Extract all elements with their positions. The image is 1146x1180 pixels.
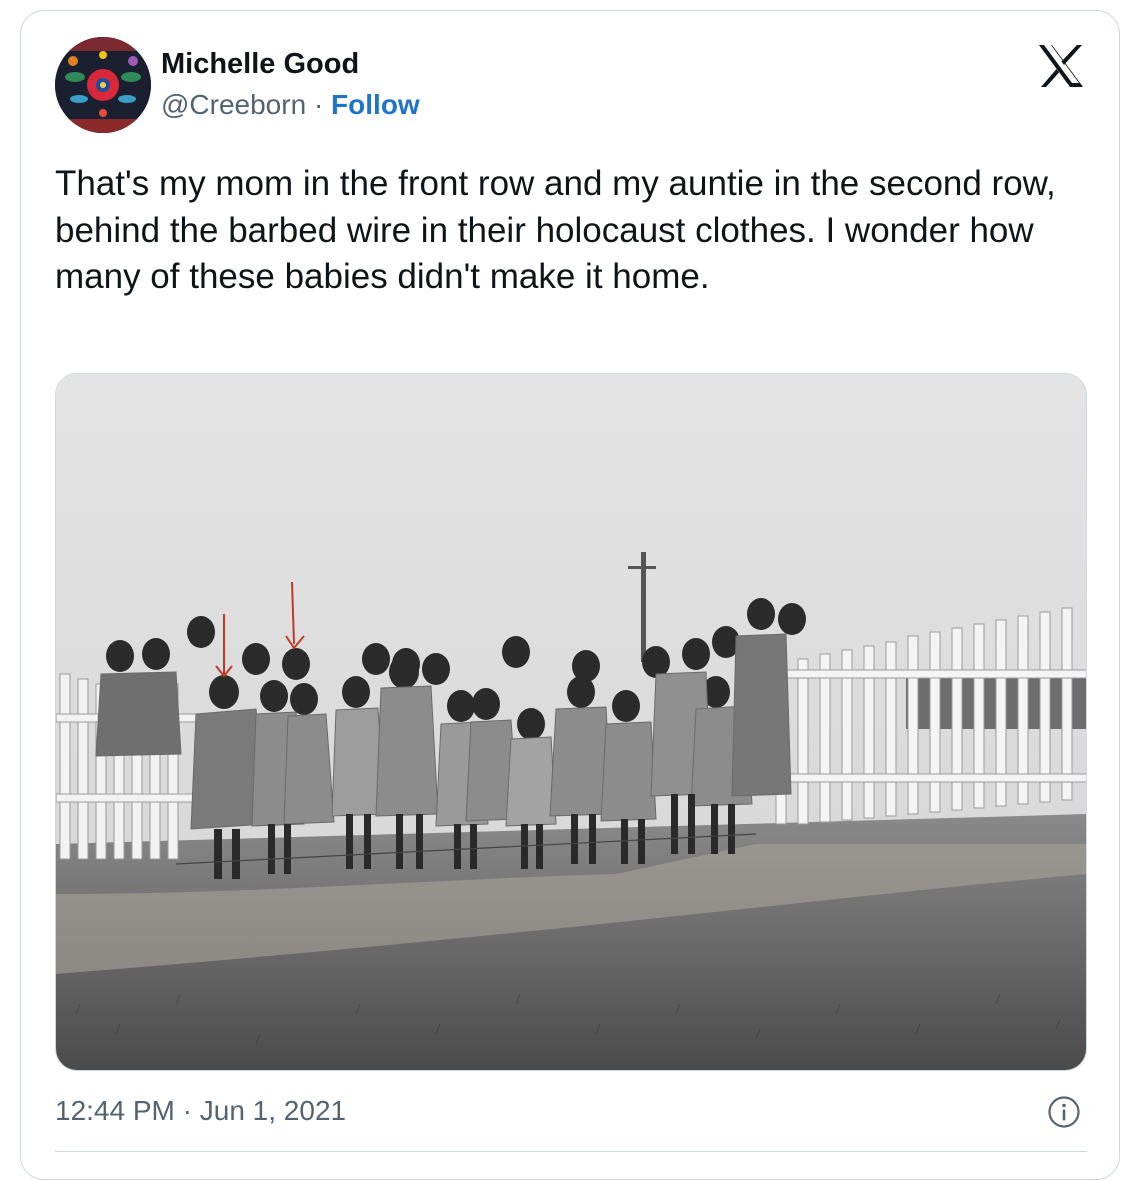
info-icon[interactable]	[1047, 1095, 1081, 1129]
follow-button[interactable]: Follow	[331, 89, 420, 120]
tweet-card: Michelle Good @Creeborn · Follow That's …	[20, 10, 1120, 1180]
tweet-text: That's my mom in the front row and my au…	[55, 164, 1056, 296]
avatar[interactable]	[55, 37, 151, 133]
author-name[interactable]: Michelle Good	[161, 44, 420, 84]
author-identity: Michelle Good @Creeborn · Follow	[161, 44, 420, 126]
tweet-header: Michelle Good @Creeborn · Follow	[55, 37, 420, 133]
footer-divider	[55, 1151, 1087, 1152]
avatar-floral-image	[55, 37, 151, 133]
tweet-photo[interactable]	[55, 373, 1087, 1071]
tweet-date[interactable]: Jun 1, 2021	[200, 1095, 346, 1126]
author-handle[interactable]: @Creeborn	[161, 89, 306, 120]
x-logo-icon[interactable]	[1037, 43, 1085, 89]
tweet-time[interactable]: 12:44 PM	[55, 1095, 175, 1126]
handle-row: @Creeborn · Follow	[161, 84, 420, 126]
residential-school-group-photo	[56, 374, 1086, 1070]
handle-separator: ·	[313, 89, 324, 120]
tweet-timestamp: 12:44 PM · Jun 1, 2021	[55, 1091, 346, 1131]
timestamp-separator: ·	[182, 1095, 192, 1126]
